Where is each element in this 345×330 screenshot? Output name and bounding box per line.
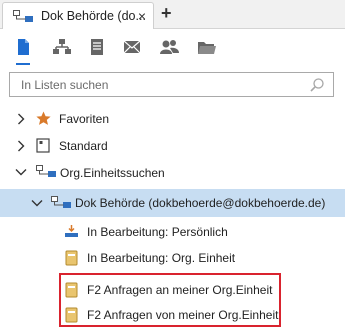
inbox-download-icon — [64, 224, 79, 242]
document-icon[interactable] — [12, 36, 34, 58]
highlight-box — [59, 273, 281, 327]
active-view-indicator — [16, 63, 30, 65]
search-icon[interactable] — [309, 77, 325, 96]
search-input[interactable] — [10, 73, 300, 96]
tree-item-in-bearbeitung-persoenlich[interactable]: In Bearbeitung: Persönlich — [0, 219, 345, 245]
chevron-down-icon[interactable] — [31, 198, 43, 210]
mail-icon[interactable] — [121, 36, 143, 58]
tab-strip: Dok Behörde (do... × + — [0, 0, 345, 29]
org-unit-icon — [51, 196, 71, 211]
tab-dok-behoerde[interactable]: Dok Behörde (do... × — [2, 2, 154, 29]
new-tab-button[interactable]: + — [161, 4, 172, 22]
org-unit-icon — [36, 165, 56, 180]
star-icon — [36, 111, 51, 129]
tree-label: Org.Einheitssuchen — [60, 166, 165, 180]
tree-item-favoriten[interactable]: Favoriten — [0, 106, 345, 132]
list-box-icon — [36, 138, 50, 156]
tree-label: Favoriten — [59, 112, 110, 126]
folder-icon[interactable] — [195, 36, 217, 58]
chevron-right-icon[interactable] — [17, 113, 25, 128]
tab-title: Dok Behörde (do... — [41, 9, 146, 23]
search-box — [9, 72, 334, 97]
tree-item-dok-behoerde[interactable]: Dok Behörde (dokbehoerde@dokbehoerde.de) — [0, 189, 345, 217]
chevron-right-icon[interactable] — [17, 140, 25, 155]
users-icon[interactable] — [158, 36, 180, 58]
tree-item-org-einheitssuchen[interactable]: Org.Einheitssuchen — [0, 160, 345, 186]
close-icon[interactable]: × — [138, 9, 146, 23]
tree-label: Standard — [59, 139, 108, 153]
tree-label: Dok Behörde (dokbehoerde@dokbehoerde.de) — [75, 196, 326, 210]
tree-label: In Bearbeitung: Org. Einheit — [87, 251, 236, 265]
tree-item-standard[interactable]: Standard — [0, 133, 345, 159]
chevron-down-icon[interactable] — [15, 167, 27, 179]
binder-icon — [65, 250, 78, 269]
tree-label: In Bearbeitung: Persönlich — [87, 225, 228, 239]
org-unit-icon — [13, 10, 33, 25]
tree-item-in-bearbeitung-org[interactable]: In Bearbeitung: Org. Einheit — [0, 245, 345, 271]
view-toolbar — [0, 29, 345, 65]
list-icon[interactable] — [86, 36, 108, 58]
org-tree-icon[interactable] — [51, 36, 73, 58]
